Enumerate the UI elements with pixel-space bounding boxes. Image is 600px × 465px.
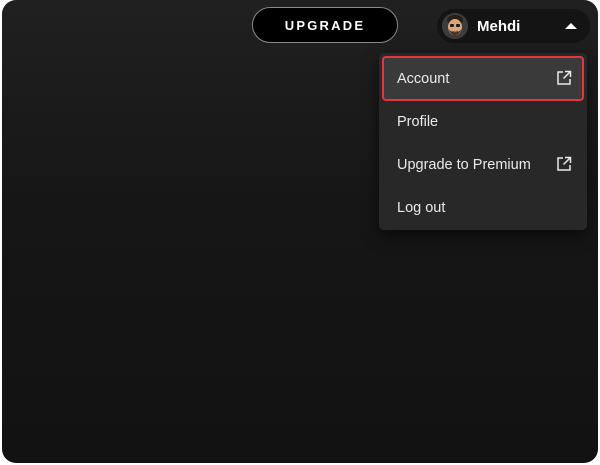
account-dropdown-menu: Account Profile Upgrade to Premium Log o… [379,53,587,230]
menu-item-label: Account [397,70,450,87]
user-name: Mehdi [477,17,521,35]
menu-item-label: Profile [397,113,439,130]
menu-item-profile[interactable]: Profile [383,100,583,143]
menu-item-label: Upgrade to Premium [397,156,531,173]
menu-item-label: Log out [397,199,446,216]
menu-item-account[interactable]: Account [382,56,584,101]
avatar [442,13,468,39]
upgrade-button[interactable]: UPGRADE [252,7,398,43]
menu-item-log-out[interactable]: Log out [383,186,583,229]
avatar-memoji-icon [442,13,468,39]
external-link-icon [557,156,572,171]
external-link-icon [557,70,572,85]
chevron-up-icon [565,23,577,29]
user-menu-button[interactable]: Mehdi [437,9,590,43]
menu-item-upgrade-to-premium[interactable]: Upgrade to Premium [383,143,583,186]
app-window: UPGRADE Mehdi Account Profile Upgrade to… [2,0,598,463]
